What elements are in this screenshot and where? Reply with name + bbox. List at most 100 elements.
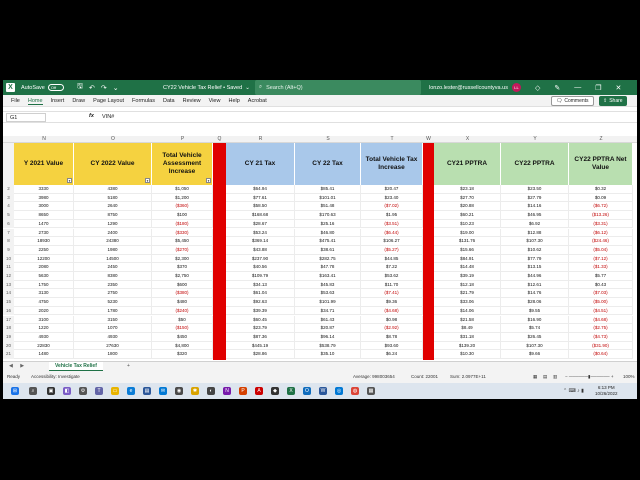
tab-draw[interactable]: Draw [72, 98, 85, 104]
cell-net[interactable]: ($5.00) [569, 298, 633, 307]
cell-p22[interactable]: $14.16 [501, 202, 569, 212]
column-letter[interactable]: S [295, 136, 361, 143]
tab-file[interactable]: File [11, 98, 20, 104]
tab-insert[interactable]: Insert [51, 98, 65, 104]
worksheet-grid[interactable]: Y 2021 Value ▾ CY 2022 Value ▾ Total Vehicle… [3, 143, 637, 360]
row-number[interactable]: 8 [3, 237, 14, 246]
cell-v21[interactable]: 1220 [14, 324, 74, 333]
cell-t22[interactable]: $475.41 [295, 237, 361, 246]
cell-v21[interactable]: 3000 [14, 202, 74, 212]
header-cy21-tax[interactable]: CY 21 Tax [226, 143, 295, 185]
cell-t21[interactable]: $28.67 [226, 219, 295, 229]
cell-p22[interactable]: $23.50 [501, 185, 569, 194]
teams-icon-2[interactable]: ◎ [335, 387, 343, 395]
cell-inc[interactable]: ($150) [152, 324, 213, 333]
cell-v21[interactable]: 18930 [14, 237, 74, 246]
cell-tinc[interactable]: ($3.51) [361, 219, 423, 229]
cell-v22[interactable]: 24380 [74, 237, 152, 246]
cell-p21[interactable]: $21.79 [434, 289, 501, 299]
row-number[interactable]: 3 [3, 193, 14, 203]
cell-p22[interactable]: $27.79 [501, 193, 569, 203]
camera-icon[interactable]: ◉ [175, 387, 183, 395]
name-box[interactable]: G1 [6, 113, 46, 122]
header-cy2022-value[interactable]: CY 2022 Value [74, 143, 152, 185]
tab-view[interactable]: View [209, 98, 221, 104]
cell-tinc[interactable]: ($2.92) [361, 324, 423, 333]
cell-v21[interactable]: 8650 [14, 211, 74, 220]
cell-p21[interactable]: $21.58 [434, 315, 501, 325]
cell-inc[interactable]: $480 [152, 298, 213, 307]
cell-v21[interactable]: 2250 [14, 245, 74, 255]
cell-p22[interactable]: $44.96 [501, 272, 569, 281]
column-letter[interactable]: Q [213, 136, 226, 143]
store-icon[interactable]: ▤ [143, 387, 151, 395]
cell-t21[interactable]: $34.13 [226, 280, 295, 290]
cell-p21[interactable]: $33.06 [434, 298, 501, 307]
cell-t21[interactable]: $237.90 [226, 254, 295, 264]
powerpoint-icon[interactable]: P [239, 387, 247, 395]
cell-p21[interactable]: $84.91 [434, 254, 501, 264]
cell-p22[interactable]: $46.95 [501, 211, 569, 220]
document-title[interactable]: CY22 Vehicle Tax Relief • Saved ⌄ [163, 80, 250, 95]
tab-acrobat[interactable]: Acrobat [248, 98, 267, 104]
row-number[interactable]: 9 [3, 245, 14, 255]
cell-t21[interactable]: $43.88 [226, 245, 295, 255]
row-number[interactable]: 11 [3, 263, 14, 272]
cell-inc[interactable]: $4,800 [152, 341, 213, 351]
cell-tinc[interactable]: $8.78 [361, 332, 423, 342]
cell-inc[interactable]: $1,050 [152, 185, 213, 194]
chrome-icon[interactable]: ◍ [351, 387, 359, 395]
cell-t22[interactable]: $53.63 [295, 289, 361, 299]
tab-page-layout[interactable]: Page Layout [93, 98, 124, 104]
filter-dropdown-icon[interactable]: ▾ [145, 178, 150, 183]
row-number[interactable]: 19 [3, 332, 14, 342]
cell-t21[interactable]: $445.19 [226, 341, 295, 351]
cell-p22[interactable]: $77.79 [501, 254, 569, 264]
cell-net[interactable]: ($0.64) [569, 350, 633, 359]
tab-data[interactable]: Data [163, 98, 175, 104]
cell-net[interactable]: ($7.03) [569, 289, 633, 299]
cell-net[interactable]: ($4.73) [569, 332, 633, 342]
cell-t22[interactable]: $101.99 [295, 298, 361, 307]
cell-v22[interactable]: 4380 [74, 185, 152, 194]
cell-t21[interactable]: $58.50 [226, 202, 295, 212]
cell-t21[interactable]: $39.39 [226, 306, 295, 316]
cell-t21[interactable]: $109.79 [226, 272, 295, 281]
cell-inc[interactable]: $450 [152, 332, 213, 342]
close-icon[interactable]: ✕ [616, 84, 622, 92]
row-number[interactable]: 4 [3, 202, 14, 212]
cell-p21[interactable]: $15.66 [434, 245, 501, 255]
row-number[interactable]: 15 [3, 298, 14, 307]
zoom-slider[interactable]: − ──────▮────── + [565, 374, 614, 380]
cell-v21[interactable]: 3980 [14, 193, 74, 203]
start-icon[interactable]: ⊞ [11, 387, 19, 395]
cell-t22[interactable]: $38.61 [295, 245, 361, 255]
cell-tinc[interactable]: $11.70 [361, 280, 423, 290]
cell-p21[interactable]: $12.18 [434, 280, 501, 290]
cell-p21[interactable]: $139.20 [434, 341, 501, 351]
cell-tinc[interactable]: ($7.41) [361, 289, 423, 299]
cell-p22[interactable]: $6.92 [501, 219, 569, 229]
cell-v22[interactable]: 4930 [74, 332, 152, 342]
cell-v22[interactable]: 1980 [74, 245, 152, 255]
cell-p21[interactable]: $27.70 [434, 193, 501, 203]
column-letter[interactable]: R [226, 136, 295, 143]
cell-v21[interactable]: 2080 [14, 263, 74, 272]
cell-v21[interactable]: 12200 [14, 254, 74, 264]
acrobat-icon[interactable]: A [255, 387, 263, 395]
share-button[interactable]: ⇪ Share [599, 96, 627, 106]
cell-inc[interactable]: $370 [152, 263, 213, 272]
cell-t21[interactable]: $369.14 [226, 237, 295, 246]
cell-inc[interactable]: ($360) [152, 202, 213, 212]
excel-taskbar-icon[interactable]: X [287, 387, 295, 395]
cell-v22[interactable]: 5230 [74, 298, 152, 307]
redo-icon[interactable]: ↷ [101, 84, 107, 92]
cell-t22[interactable]: $538.79 [295, 341, 361, 351]
cell-p22[interactable]: $14.76 [501, 289, 569, 299]
column-letter[interactable]: T [361, 136, 423, 143]
cell-t21[interactable]: $23.79 [226, 324, 295, 333]
fx-icon[interactable]: fx [89, 113, 94, 119]
cell-v21[interactable]: 1470 [14, 219, 74, 229]
zoom-level[interactable]: 100% [623, 374, 635, 379]
cell-p21[interactable]: $19.00 [434, 228, 501, 238]
